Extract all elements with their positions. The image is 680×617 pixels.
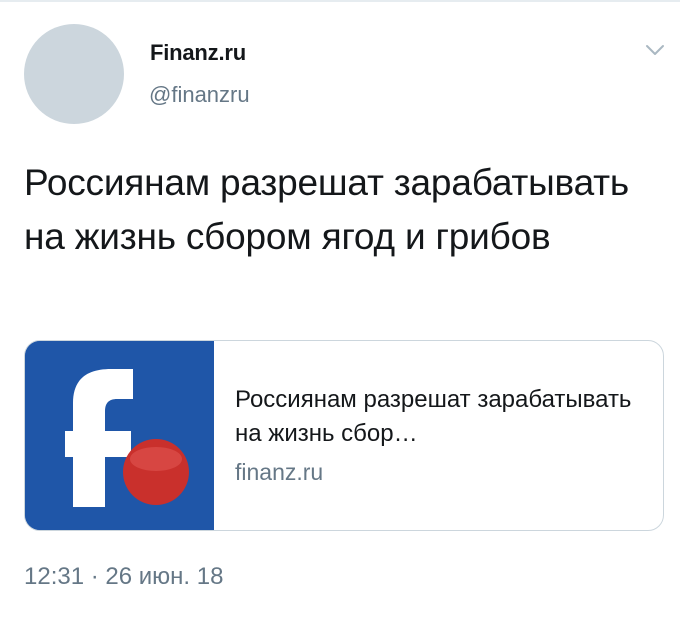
tweet-timestamp[interactable]: 12:31 · 26 июн. 18 [24,563,223,591]
top-divider [0,0,680,2]
chevron-down-icon[interactable] [644,42,666,58]
finanz-logo-icon [25,341,214,530]
card-title: Россиянам разрешат зарабатывать на жизнь… [235,386,632,447]
author-display-name[interactable]: Finanz.ru [150,40,246,66]
link-card[interactable]: Россиянам разрешат зарабатывать на жизнь… [24,340,664,531]
tweet-text: Россиянам разрешат зарабатывать на жизнь… [24,162,629,257]
finanz-logo-image [25,341,214,530]
card-domain: finanz.ru [235,459,324,485]
avatar[interactable] [24,24,124,124]
author-handle[interactable]: @finanzru [149,82,250,108]
